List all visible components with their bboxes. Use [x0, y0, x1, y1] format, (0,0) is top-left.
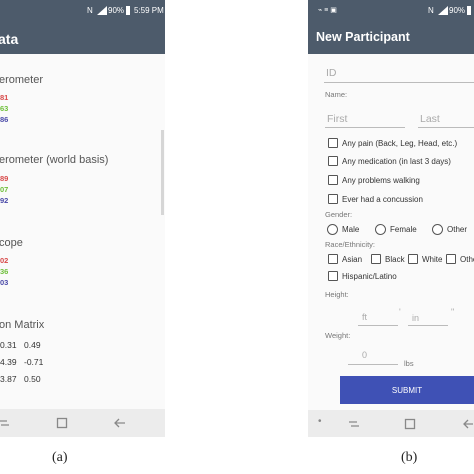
checkbox-label: Black: [385, 255, 405, 264]
matrix-cell: 0.31: [0, 340, 17, 350]
sensor-value-y: 63: [0, 104, 9, 113]
separator-mark: ': [399, 307, 401, 317]
matrix-cell: 0.49: [24, 340, 41, 350]
nfc-icon: N: [87, 6, 93, 15]
sensor-value-x: 89: [0, 174, 9, 183]
checkbox-problems-walking[interactable]: [328, 175, 338, 185]
gender-label: Gender:: [325, 210, 353, 219]
checkbox-any-pain[interactable]: [328, 138, 338, 148]
last-name-underline: [418, 127, 474, 128]
name-label: Name:: [325, 90, 348, 99]
checkbox-label: Asian: [342, 255, 363, 264]
matrix-cell: -0.71: [24, 357, 44, 367]
radio-female[interactable]: [375, 224, 386, 235]
sensor-value-z: 92: [0, 196, 9, 205]
id-input-underline: [324, 82, 474, 83]
weight-label: Weight:: [325, 331, 351, 340]
checkbox-black[interactable]: [371, 254, 381, 264]
checkbox-hispanic-latino[interactable]: [328, 271, 338, 281]
weight-underline: [348, 364, 398, 365]
notification-icons: ⌁ ≡ ▣: [318, 7, 337, 14]
sensor-value-z: 86: [0, 115, 9, 124]
page-title: ata: [0, 31, 19, 47]
height-label: Height:: [325, 290, 349, 299]
phone-screen-b: ⌁ ≡ ▣ N 90% New Participant ID Name: Fir…: [308, 0, 474, 437]
scrollbar[interactable]: [161, 130, 164, 215]
back-icon[interactable]: [462, 418, 474, 430]
checkbox-concussion[interactable]: [328, 194, 338, 204]
phone-screen-a: N 90% 5:59 PM ata erometer 81 63 86 erom…: [0, 0, 165, 437]
caption-a: (a): [52, 450, 68, 465]
status-bar: ⌁ ≡ ▣ N 90%: [308, 0, 474, 22]
height-feet-input[interactable]: ft: [362, 312, 367, 322]
submit-button[interactable]: SUBMIT: [340, 376, 474, 404]
matrix-cell: 3.87: [0, 374, 17, 384]
signal-icon: [97, 6, 107, 15]
recent-apps-icon[interactable]: [348, 418, 360, 430]
signal-icon: [438, 6, 448, 15]
height-inches-underline: [408, 325, 448, 326]
sensor-value-y: 36: [0, 267, 9, 276]
matrix-cell: 4.39: [0, 357, 17, 367]
status-time: 5:59 PM: [134, 6, 164, 15]
battery-percent: 90%: [108, 6, 125, 15]
app-bar: New Participant: [308, 22, 474, 54]
race-label: Race/Ethnicity:: [325, 240, 376, 249]
caption-b: (b): [401, 450, 418, 465]
status-bar: N 90% 5:59 PM: [0, 0, 165, 22]
app-bar: ata: [0, 22, 165, 54]
radio-label: Female: [390, 225, 417, 234]
checkbox-label: Ever had a concussion: [342, 195, 423, 204]
weight-input[interactable]: 0: [362, 350, 367, 360]
checkbox-label: Othe: [460, 255, 474, 264]
page-title: New Participant: [316, 30, 410, 44]
radio-label: Male: [342, 225, 360, 234]
sensor-value-x: 02: [0, 256, 9, 265]
first-name-underline: [325, 127, 405, 128]
matrix-cell: 0.50: [24, 374, 41, 384]
battery-icon: [126, 6, 130, 15]
back-icon[interactable]: [113, 417, 126, 429]
section-title-gyroscope: cope: [0, 237, 23, 249]
section-title-accelerometer: erometer: [0, 74, 44, 86]
height-feet-underline: [358, 325, 398, 326]
radio-other[interactable]: [432, 224, 443, 235]
recent-apps-icon[interactable]: [0, 417, 10, 429]
checkbox-label: Any medication (in last 3 days): [342, 157, 451, 166]
first-name-input[interactable]: First: [327, 113, 347, 125]
checkbox-label: Any problems walking: [342, 176, 420, 185]
sensor-value-z: 03: [0, 278, 9, 287]
separator-mark: ": [451, 307, 455, 317]
id-input[interactable]: ID: [326, 67, 337, 79]
checkbox-white[interactable]: [408, 254, 418, 264]
home-icon[interactable]: [404, 418, 416, 430]
sensor-value-x: 81: [0, 93, 9, 102]
height-inches-input[interactable]: in: [412, 313, 419, 323]
battery-percent: 90%: [449, 6, 466, 15]
radio-male[interactable]: [327, 224, 338, 235]
radio-label: Other: [447, 225, 468, 234]
nav-bar: •: [308, 410, 474, 437]
section-title-rotation-matrix: on Matrix: [0, 319, 45, 331]
checkbox-label: Any pain (Back, Leg, Head, etc.): [342, 139, 458, 148]
nav-bar: [0, 409, 165, 437]
last-name-input[interactable]: Last: [420, 113, 440, 125]
home-icon[interactable]: [56, 417, 68, 429]
checkbox-asian[interactable]: [328, 254, 338, 264]
sensor-value-y: 07: [0, 185, 9, 194]
checkbox-other[interactable]: [446, 254, 456, 264]
dot-icon: •: [318, 416, 322, 427]
nfc-icon: N: [428, 6, 434, 15]
battery-icon: [467, 6, 471, 15]
checkbox-label: White: [422, 255, 443, 264]
section-title-accelerometer-world: erometer (world basis): [0, 154, 109, 166]
weight-unit: lbs: [404, 359, 414, 368]
checkbox-label: Hispanic/Latino: [342, 272, 397, 281]
checkbox-any-medication[interactable]: [328, 156, 338, 166]
